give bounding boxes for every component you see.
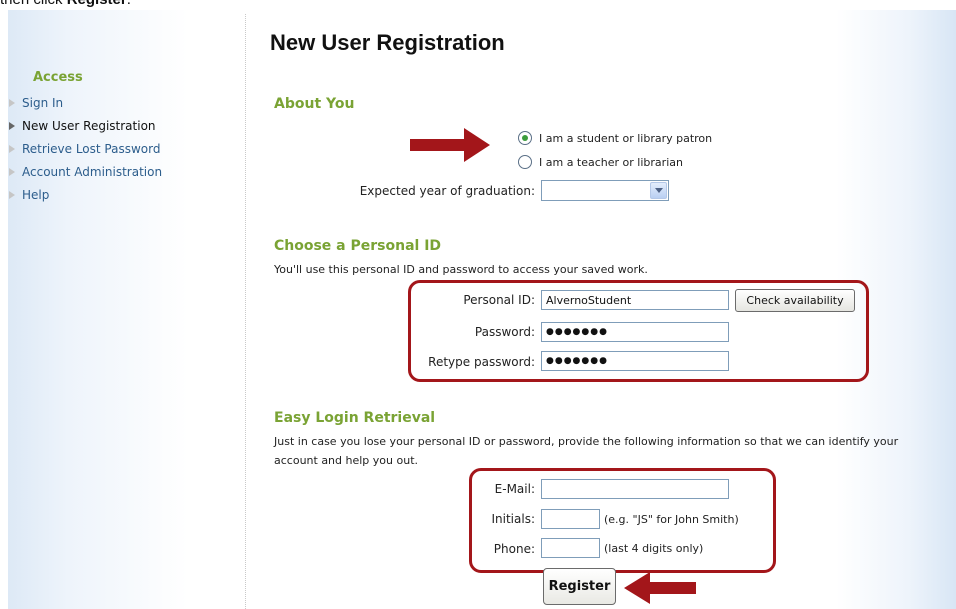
red-arrow-left-icon bbox=[624, 572, 696, 604]
password-label: Password: bbox=[474, 325, 535, 339]
register-button[interactable]: Register bbox=[543, 568, 616, 605]
check-availability-button[interactable]: Check availability bbox=[735, 289, 855, 312]
sidebar-item-label: Help bbox=[22, 187, 50, 202]
caption-suffix: . bbox=[127, 0, 131, 8]
login-retrieval-description-line2: account and help you out. bbox=[274, 454, 419, 467]
radio-selected-icon bbox=[518, 131, 532, 145]
sidebar-item-label: Sign In bbox=[22, 95, 64, 110]
radio-teacher-label: I am a teacher or librarian bbox=[539, 155, 683, 169]
triangle-right-icon bbox=[9, 144, 15, 153]
triangle-right-icon bbox=[9, 167, 15, 176]
sidebar-item-new-user-registration[interactable]: New User Registration bbox=[8, 114, 238, 137]
personal-id-input[interactable]: AlvernoStudent bbox=[541, 290, 729, 310]
sidebar-item-sign-in[interactable]: Sign In bbox=[8, 91, 238, 114]
radio-student[interactable]: I am a student or library patron bbox=[518, 131, 712, 145]
registration-page: Access Sign In New User Registration Ret… bbox=[8, 10, 956, 609]
red-arrow-right-icon bbox=[410, 128, 490, 162]
retype-password-input[interactable]: ●●●●●●● bbox=[541, 351, 729, 371]
personal-id-label: Personal ID: bbox=[463, 293, 535, 307]
sidebar-item-label: Account Administration bbox=[22, 164, 163, 179]
sidebar-heading: Access bbox=[33, 70, 83, 85]
page-title: New User Registration bbox=[270, 30, 505, 55]
sidebar-item-label: New User Registration bbox=[22, 118, 156, 133]
phone-input[interactable] bbox=[541, 538, 600, 558]
phone-label: Phone: bbox=[493, 542, 535, 556]
graduation-year-select[interactable] bbox=[541, 180, 669, 201]
sidebar-item-help[interactable]: Help bbox=[8, 183, 238, 206]
section-title-about-you: About You bbox=[274, 96, 355, 112]
initials-hint: (e.g. "JS" for John Smith) bbox=[604, 513, 739, 526]
section-title-personal-id: Choose a Personal ID bbox=[274, 238, 442, 254]
login-retrieval-description-line1: Just in case you lose your personal ID o… bbox=[274, 435, 899, 448]
radio-unselected-icon bbox=[518, 155, 532, 169]
instruction-caption: then click Register. bbox=[0, 0, 131, 8]
sidebar: Access Sign In New User Registration Ret… bbox=[8, 70, 238, 206]
sidebar-item-account-administration[interactable]: Account Administration bbox=[8, 160, 238, 183]
graduation-year-label: Expected year of graduation: bbox=[359, 184, 535, 198]
phone-hint: (last 4 digits only) bbox=[604, 542, 704, 555]
triangle-right-icon bbox=[9, 98, 15, 107]
retype-password-label: Retype password: bbox=[428, 355, 535, 369]
initials-label: Initials: bbox=[491, 512, 536, 526]
sidebar-divider bbox=[245, 14, 246, 609]
main-content: New User Registration About You I am a s… bbox=[270, 10, 956, 609]
email-label: E-Mail: bbox=[494, 482, 535, 496]
chevron-down-icon bbox=[650, 182, 667, 199]
sidebar-item-label: Retrieve Lost Password bbox=[22, 141, 161, 156]
triangle-right-icon bbox=[9, 190, 15, 199]
sidebar-item-retrieve-lost-password[interactable]: Retrieve Lost Password bbox=[8, 137, 238, 160]
password-input[interactable]: ●●●●●●● bbox=[541, 322, 729, 342]
initials-input[interactable] bbox=[541, 509, 600, 529]
radio-student-label: I am a student or library patron bbox=[539, 131, 713, 145]
triangle-right-icon bbox=[9, 121, 15, 130]
caption-bold: Register bbox=[67, 0, 127, 8]
caption-prefix: then click bbox=[0, 0, 67, 8]
radio-teacher[interactable]: I am a teacher or librarian bbox=[518, 155, 683, 169]
personal-id-description: You'll use this personal ID and password… bbox=[274, 263, 648, 276]
email-input[interactable] bbox=[541, 479, 729, 499]
section-title-login-retrieval: Easy Login Retrieval bbox=[274, 410, 436, 426]
